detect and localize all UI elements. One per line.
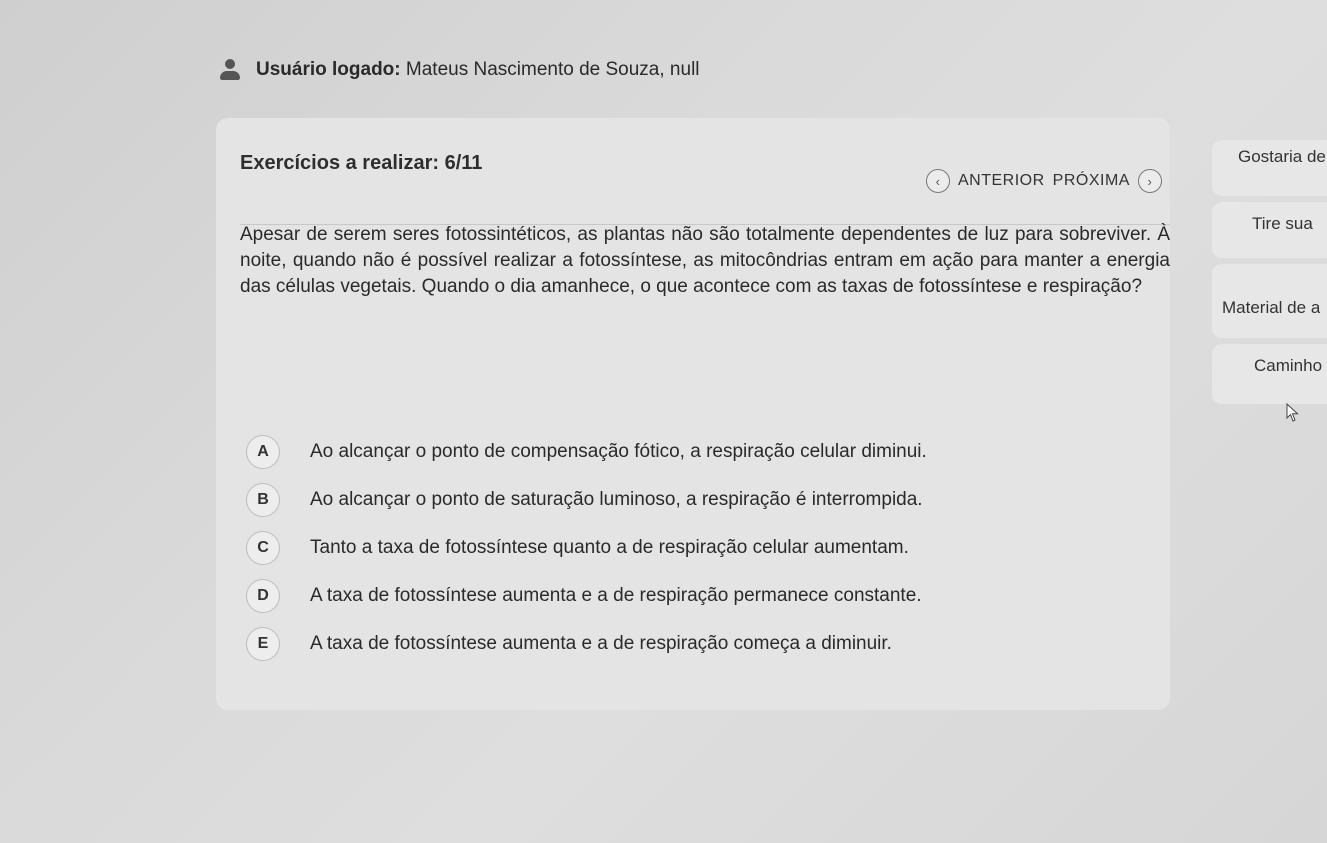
user-icon <box>218 58 242 82</box>
option-a[interactable]: A Ao alcançar o ponto de compensação fót… <box>246 428 1146 476</box>
side-card-feedback[interactable]: Gostaria de <box>1212 140 1327 196</box>
option-letter[interactable]: C <box>246 531 280 565</box>
option-text[interactable]: Ao alcançar o ponto de saturação luminos… <box>310 489 923 511</box>
chevron-right-icon[interactable]: › <box>1137 169 1162 193</box>
previous-button[interactable]: ANTERIOR <box>958 172 1045 190</box>
side-card-feedback-label: Gostaria de <box>1238 147 1326 166</box>
user-name: Mateus Nascimento de Souza, null <box>405 59 700 80</box>
side-card-path[interactable]: Caminho <box>1212 344 1327 404</box>
exercise-header: Exercícios a realizar: 6/11 ‹ ANTERIOR P… <box>240 152 1170 225</box>
option-text[interactable]: Ao alcançar o ponto de compensação fótic… <box>310 441 927 463</box>
option-text[interactable]: A taxa de fotossíntese aumenta e a de re… <box>310 585 922 607</box>
user-label: Usuário logado: <box>256 59 401 80</box>
side-card-path-label: Caminho <box>1254 356 1323 375</box>
option-d[interactable]: D A taxa de fotossíntese aumenta e a de … <box>246 572 1146 620</box>
next-button[interactable]: PRÓXIMA <box>1053 172 1130 190</box>
side-card-material[interactable]: Material de a <box>1212 264 1327 338</box>
option-text[interactable]: Tanto a taxa de fotossíntese quanto a de… <box>310 537 909 559</box>
answer-options: A Ao alcançar o ponto de compensação fót… <box>246 428 1146 668</box>
side-panel: Gostaria de Tire sua Material de a Camin… <box>1212 140 1327 590</box>
exercise-card: Exercícios a realizar: 6/11 ‹ ANTERIOR P… <box>216 118 1170 710</box>
option-letter[interactable]: E <box>246 627 280 661</box>
chevron-left-icon[interactable]: ‹ <box>926 169 950 193</box>
exercise-counter: Exercícios a realizar: 6/11 <box>240 152 483 174</box>
option-letter[interactable]: D <box>246 579 280 613</box>
option-letter[interactable]: A <box>246 435 280 469</box>
option-c[interactable]: C Tanto a taxa de fotossíntese quanto a … <box>246 524 1146 572</box>
side-card-doubts[interactable]: Tire sua <box>1212 202 1327 258</box>
option-text[interactable]: A taxa de fotossíntese aumenta e a de re… <box>310 633 892 655</box>
option-letter[interactable]: B <box>246 483 280 517</box>
mouse-cursor-icon <box>1286 403 1299 422</box>
side-card-material-label: Material de a <box>1222 298 1321 317</box>
user-bar: Usuário logado: Mateus Nascimento de Sou… <box>218 58 700 82</box>
question-text: Apesar de serem seres fotossintéticos, a… <box>240 224 1170 297</box>
exercise-navigation: ‹ ANTERIOR PRÓXIMA › <box>926 169 1162 193</box>
option-e[interactable]: E A taxa de fotossíntese aumenta e a de … <box>246 620 1146 668</box>
side-card-doubts-label: Tire sua <box>1252 214 1313 233</box>
option-b[interactable]: B Ao alcançar o ponto de saturação lumin… <box>246 476 1146 524</box>
